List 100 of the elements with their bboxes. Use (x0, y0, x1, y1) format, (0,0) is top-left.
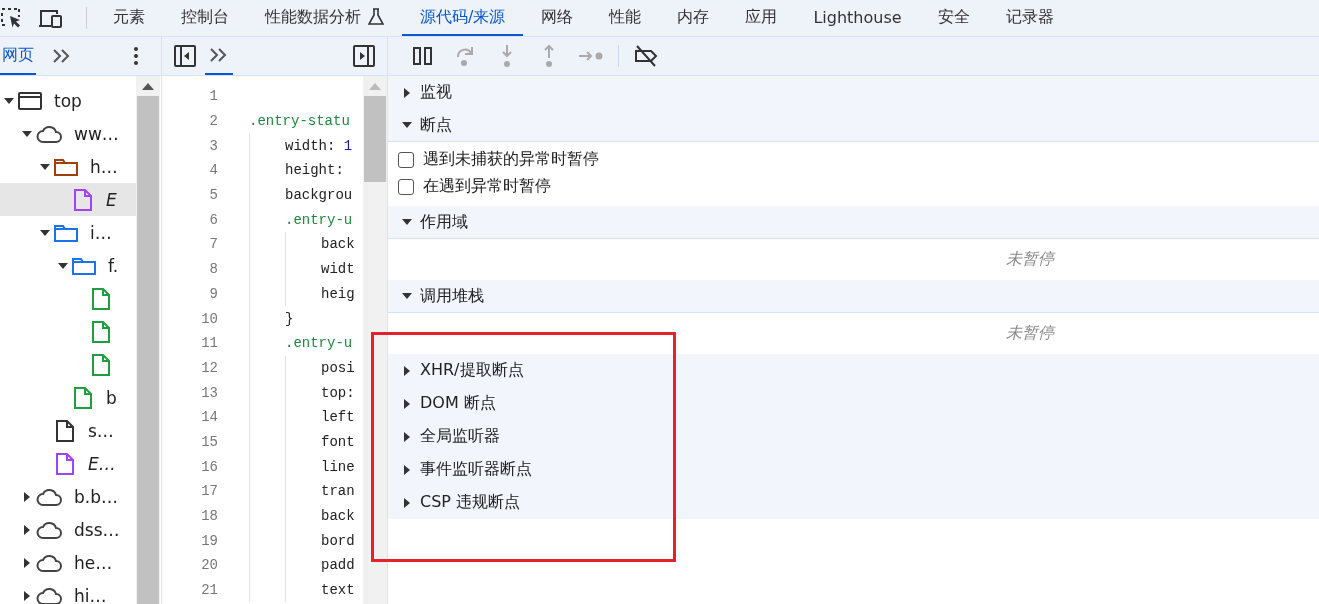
tree-item-label[interactable]: he… (74, 552, 113, 573)
collapse-arrow-icon[interactable] (4, 95, 14, 106)
line-number: 18 (200, 508, 218, 525)
section-header[interactable]: 事件监听器断点 (388, 453, 1319, 486)
device-toolbar-icon[interactable] (38, 7, 64, 29)
collapse-arrow-icon[interactable] (22, 128, 32, 139)
panel-tab[interactable]: 性能数据分析 (247, 0, 402, 36)
tree-item-label[interactable]: E… (88, 453, 116, 474)
scroll-up-icon[interactable] (142, 82, 154, 90)
section-header[interactable]: 全局监听器 (388, 420, 1319, 453)
line-number: 1 (208, 88, 218, 105)
panel-tab[interactable]: 性能 (591, 0, 660, 36)
section-header[interactable]: DOM 断点 (388, 387, 1319, 420)
cloud-icon (36, 124, 62, 143)
expand-arrow-icon[interactable] (22, 557, 32, 568)
scrollbar-thumb[interactable] (364, 96, 386, 182)
checkbox[interactable] (398, 151, 414, 168)
line-number: 15 (200, 433, 218, 450)
expand-arrow-icon[interactable] (22, 491, 32, 502)
collapse-arrow-icon[interactable] (402, 120, 412, 130)
panel-tab[interactable]: 控制台 (163, 0, 247, 36)
scrollbar[interactable] (363, 76, 387, 604)
line-number: 10 (200, 310, 218, 327)
selected-tree-row[interactable]: E (0, 183, 136, 216)
tree-item-label[interactable]: hi… (74, 585, 107, 604)
code-line: } (285, 310, 294, 327)
expand-arrow-icon[interactable] (402, 398, 412, 409)
panel-tab[interactable]: 安全 (919, 0, 988, 36)
line-number: 3 (208, 137, 218, 154)
code-line: tran (321, 483, 355, 500)
deactivate-breakpoints-icon[interactable] (633, 45, 659, 67)
pause-icon[interactable] (413, 46, 433, 66)
more-options-icon[interactable] (133, 46, 139, 66)
line-number: 6 (208, 211, 218, 228)
tree-item-label[interactable]: h… (90, 156, 118, 177)
line-number: 4 (208, 162, 218, 179)
checkbox-label[interactable]: 遇到未捕获的异常时暂停 (423, 149, 599, 170)
collapse-arrow-icon[interactable] (402, 217, 412, 227)
collapse-arrow-icon[interactable] (40, 161, 50, 172)
expand-arrow-icon[interactable] (402, 431, 412, 442)
section-header[interactable]: 断点 (388, 109, 1319, 142)
tree-item-label[interactable]: s… (88, 420, 114, 441)
panel-tab[interactable]: 内存 (659, 0, 728, 36)
more-tabs-icon[interactable] (209, 48, 229, 62)
cloud-icon (36, 487, 62, 506)
code-line: backgrou (285, 187, 353, 204)
code-line: .entry-u (285, 335, 353, 352)
expand-arrow-icon[interactable] (22, 524, 32, 535)
expand-arrow-icon[interactable] (402, 365, 412, 376)
line-number: 9 (208, 285, 218, 302)
checkbox-label[interactable]: 在遇到异常时暂停 (423, 176, 551, 197)
panel-tab[interactable]: Lighthouse (795, 0, 920, 36)
section-header[interactable]: 作用域 (388, 206, 1319, 239)
section-header[interactable]: CSP 违规断点 (388, 486, 1319, 519)
section-header[interactable]: 监视 (388, 76, 1319, 109)
code-line: left (321, 409, 355, 426)
panel-tab[interactable]: 记录器 (987, 0, 1072, 36)
collapse-arrow-icon[interactable] (402, 291, 412, 301)
section-header[interactable]: 调用堆栈 (388, 280, 1319, 313)
expand-arrow-icon[interactable] (22, 590, 32, 601)
collapse-arrow-icon[interactable] (40, 227, 50, 238)
panel-tab[interactable]: 网络 (523, 0, 592, 36)
tree-item-label[interactable]: dss… (74, 519, 120, 540)
expand-arrow-icon[interactable] (402, 464, 412, 475)
line-number: 19 (200, 532, 218, 549)
expand-arrow-icon[interactable] (402, 87, 412, 98)
window-icon (18, 91, 42, 110)
tree-item-label[interactable]: top (54, 90, 82, 111)
more-tabs-icon[interactable] (52, 49, 72, 63)
code-line: top: (321, 384, 355, 401)
line-number: 8 (208, 261, 218, 278)
sidebar-toggle-icon[interactable] (174, 45, 196, 67)
cloud-icon (36, 520, 62, 539)
sidebar-toggle-icon[interactable] (353, 45, 375, 67)
line-number: 17 (200, 483, 218, 500)
code-line: .entry-u (285, 211, 353, 228)
code-line: back (321, 236, 355, 253)
tree-item-label[interactable]: E (106, 189, 117, 210)
tree-item-label[interactable]: i… (90, 222, 112, 243)
checkbox[interactable] (398, 178, 414, 195)
tree-item-label[interactable]: ww… (74, 123, 119, 144)
tree-item-label[interactable]: b.b… (74, 486, 118, 507)
line-number: 2 (208, 113, 218, 130)
code-line: posi (321, 359, 355, 376)
code-line: padd (321, 557, 355, 574)
line-number: 20 (200, 557, 218, 574)
collapse-arrow-icon[interactable] (58, 260, 68, 271)
code-line: font (321, 433, 355, 450)
code-line: text (321, 582, 355, 599)
tree-item-label[interactable]: f. (108, 255, 119, 276)
panel-tab[interactable]: 元素 (95, 0, 163, 36)
tree-item-label[interactable]: b (106, 387, 117, 408)
section-header[interactable]: XHR/提取断点 (388, 354, 1319, 387)
code-line: widt (321, 261, 355, 278)
panel-tab[interactable]: 应用 (727, 0, 796, 36)
line-number: 13 (200, 384, 218, 401)
expand-arrow-icon[interactable] (402, 497, 412, 508)
status-message: 未暂停 (1006, 323, 1054, 344)
line-number: 21 (200, 582, 218, 599)
code-line: line (321, 458, 355, 475)
